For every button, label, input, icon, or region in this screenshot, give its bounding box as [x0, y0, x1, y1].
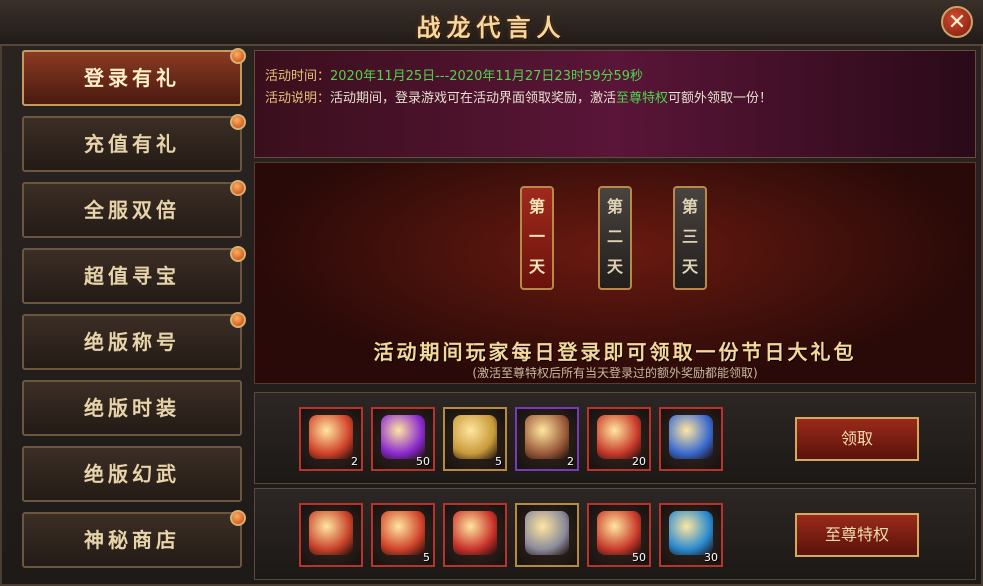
day-tab-char: 一	[528, 227, 545, 246]
activity-desc-text-end: 可额外领取一份！	[668, 91, 773, 106]
reward-slot[interactable]: 2	[515, 407, 579, 471]
dragon-sword-icon	[453, 511, 497, 555]
reward-row-basic: 2 50 5 2 20 领取	[254, 392, 976, 484]
day-tab-char: 第	[606, 197, 623, 216]
activity-time-line: 活动时间：2020年11月25日---2020年11月27日23时59分59秒	[265, 65, 643, 84]
reward-slot[interactable]	[515, 503, 579, 567]
day-tab-char: 天	[528, 257, 545, 276]
item-count: 30	[704, 551, 718, 564]
reward-slot[interactable]	[299, 503, 363, 567]
headline: 活动期间玩家每日登录即可领取一份节日大礼包	[373, 340, 857, 364]
blue-orb-icon	[669, 511, 713, 555]
silver-chest-icon	[525, 511, 569, 555]
item-count: 50	[632, 551, 646, 564]
sidebar-item-exclusive-title[interactable]: 绝版称号	[22, 312, 246, 370]
sidebar-item-server-double[interactable]: 全服双倍	[22, 180, 246, 238]
scroll-roll-icon	[525, 415, 569, 459]
notification-dot-icon	[230, 312, 246, 328]
sidebar-item-treasure-hunt[interactable]: 超值寻宝	[22, 246, 246, 304]
golden-key-icon	[309, 415, 353, 459]
sidebar-item-label: 绝版称号	[84, 330, 180, 354]
sidebar-item-recharge-gift[interactable]: 充值有礼	[22, 114, 246, 172]
activity-time-value: 2020年11月25日---2020年11月27日23时59分59秒	[330, 69, 644, 84]
treasure-chest-icon	[309, 511, 353, 555]
sidebar: 登录有礼 充值有礼 全服双倍 超值寻宝 绝版称号 绝版时装 绝版幻武 神秘商店	[14, 48, 250, 578]
item-count: 5	[423, 551, 430, 564]
close-icon[interactable]: ✕	[941, 6, 973, 38]
subline: (激活至尊特权后所有当天登录过的额外奖励都能领取)	[472, 366, 758, 380]
claim-button[interactable]: 领取	[795, 417, 919, 461]
day-tab-1[interactable]: 第 一 天	[520, 186, 554, 290]
notification-dot-icon	[230, 246, 246, 262]
item-count: 20	[632, 455, 646, 468]
sidebar-item-exclusive-fashion[interactable]: 绝版时装	[22, 380, 242, 436]
window-title: 战龙代言人	[416, 13, 567, 42]
item-count: 50	[416, 455, 430, 468]
blue-scroll-icon	[669, 415, 713, 459]
notification-dot-icon	[230, 510, 246, 526]
reward-slot[interactable]: 50	[587, 503, 651, 567]
day-tab-char: 二	[606, 227, 623, 246]
red-badge-icon	[597, 415, 641, 459]
reward-slot[interactable]	[443, 503, 507, 567]
item-count: 2	[351, 455, 358, 468]
notification-dot-icon	[230, 48, 246, 64]
day-tab-char: 第	[528, 197, 545, 216]
reward-slot[interactable]	[659, 407, 723, 471]
vip-highlight: 至尊特权	[616, 91, 669, 106]
sidebar-item-label: 神秘商店	[84, 528, 180, 552]
activity-desc-line: 活动说明：活动期间，登录游戏可在活动界面领取奖励，激活至尊特权可额外领取一份！	[265, 87, 772, 106]
reward-slot[interactable]: 2	[299, 407, 363, 471]
activity-time-label: 活动时间：	[265, 69, 331, 84]
day-tab-char: 第	[681, 197, 698, 216]
day-tab-2[interactable]: 第 二 天	[598, 186, 632, 290]
sidebar-item-label: 充值有礼	[84, 132, 180, 156]
day-tab-char: 三	[681, 227, 698, 246]
horn-icon	[453, 415, 497, 459]
day-tab-3[interactable]: 第 三 天	[673, 186, 707, 290]
activity-desc-label: 活动说明：	[265, 91, 331, 106]
activity-banner: 活动时间：2020年11月25日---2020年11月27日23时59分59秒 …	[254, 50, 976, 158]
sidebar-item-label: 全服双倍	[84, 198, 180, 222]
sidebar-item-label: 绝版幻武	[84, 462, 180, 486]
vip-privilege-button[interactable]: 至尊特权	[795, 513, 919, 557]
reward-slot[interactable]: 20	[587, 407, 651, 471]
reward-slot[interactable]: 5	[443, 407, 507, 471]
item-count: 5	[495, 455, 502, 468]
activity-desc-text: 活动期间，登录游戏可在活动界面领取奖励，激活	[330, 91, 617, 106]
reward-slot[interactable]: 50	[371, 407, 435, 471]
sidebar-item-label: 超值寻宝	[84, 264, 180, 288]
reward-slot[interactable]: 30	[659, 503, 723, 567]
day-tab-char: 天	[681, 257, 698, 276]
sidebar-item-mystery-shop[interactable]: 神秘商店	[22, 510, 246, 568]
item-count: 2	[567, 455, 574, 468]
reward-row-vip: 5 50 30 至尊特权	[254, 488, 976, 580]
purple-gem-pouch-icon	[381, 415, 425, 459]
sidebar-item-login-gift[interactable]: 登录有礼	[22, 48, 246, 106]
red-badge-icon	[597, 511, 641, 555]
notification-dot-icon	[230, 114, 246, 130]
sidebar-item-label: 登录有礼	[84, 66, 180, 90]
reward-slot[interactable]: 5	[371, 503, 435, 567]
day-tab-char: 天	[606, 257, 623, 276]
notification-dot-icon	[230, 180, 246, 196]
sidebar-item-exclusive-weapon[interactable]: 绝版幻武	[22, 446, 242, 502]
sidebar-item-label: 绝版时装	[84, 396, 180, 420]
golden-key-icon	[381, 511, 425, 555]
